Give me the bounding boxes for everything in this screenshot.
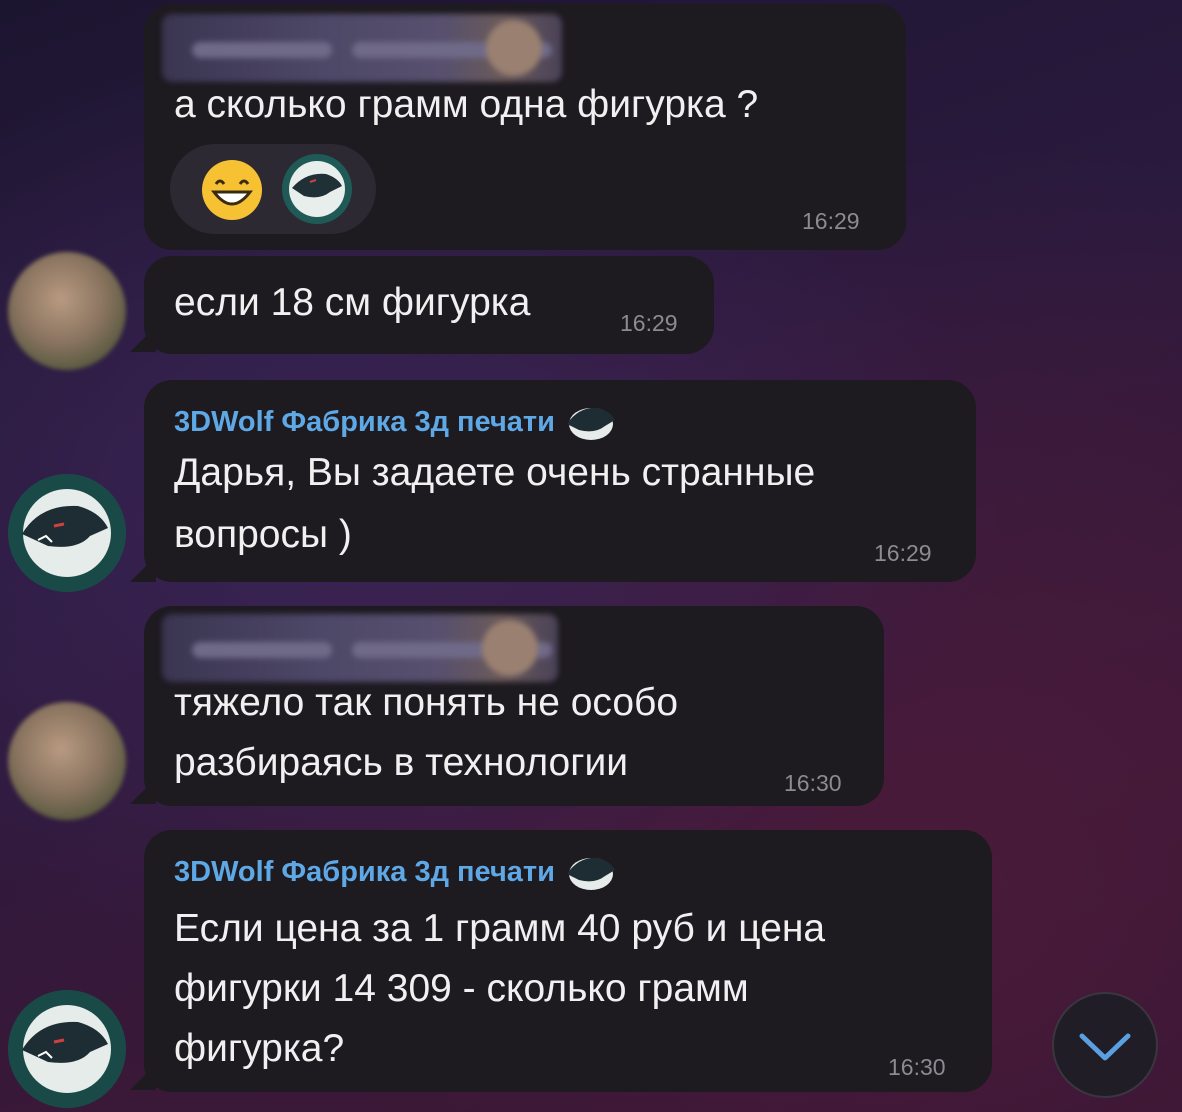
message-bubble[interactable]: 3DWolf Фабрика 3д печати Если цена за 1 … — [144, 830, 992, 1092]
wolf-logo-icon — [566, 857, 615, 890]
message-text-line: фигурки 14 309 - сколько грамм — [174, 967, 749, 1010]
wolf-logo-icon — [8, 474, 126, 592]
message-time: 16:29 — [620, 310, 678, 336]
message-time: 16:30 — [888, 1054, 946, 1080]
wolf-avatar[interactable] — [8, 990, 126, 1108]
message-text-line: Если цена за 1 грамм 40 руб и цена — [174, 907, 826, 950]
sender-name[interactable]: 3DWolf Фабрика 3д печати — [174, 402, 617, 442]
message-bubble[interactable]: 3DWolf Фабрика 3д печати Дарья, Вы задае… — [144, 380, 976, 582]
message-bubble[interactable]: если 18 см фигурка 16:29 — [144, 256, 714, 354]
grinning-face-emoji-icon[interactable] — [200, 158, 264, 222]
message-time: 16:29 — [802, 208, 860, 234]
blurred-sender-name — [162, 14, 562, 82]
wolf-logo-reaction-icon[interactable] — [280, 152, 354, 226]
message-text-line: тяжело так понять не особо — [174, 681, 679, 724]
message-bubble[interactable]: тяжело так понять не особо разбираясь в … — [144, 606, 884, 806]
user-avatar[interactable] — [8, 702, 126, 820]
message-time: 16:29 — [874, 540, 932, 566]
wolf-logo-icon — [8, 990, 126, 1108]
wolf-avatar[interactable] — [8, 474, 126, 592]
message-text-line: разбираясь в технологии — [174, 741, 629, 784]
message-time: 16:30 — [784, 770, 842, 796]
message-text: если 18 см фигурка — [174, 281, 531, 324]
wolf-logo-icon — [566, 407, 615, 440]
scroll-down-button[interactable] — [1052, 992, 1158, 1098]
user-avatar[interactable] — [8, 252, 126, 370]
message-text-line: вопросы ) — [174, 513, 352, 556]
message-text-line: фигурка? — [174, 1027, 345, 1070]
message-text: а сколько грамм одна фигурка ? — [174, 83, 759, 126]
reactions-bar[interactable] — [170, 144, 376, 234]
blurred-sender-name — [162, 614, 558, 682]
message-text-line: Дарья, Вы задаете очень странные — [174, 451, 816, 494]
sender-name[interactable]: 3DWolf Фабрика 3д печати — [174, 852, 617, 892]
chevron-down-icon — [1079, 1033, 1131, 1061]
